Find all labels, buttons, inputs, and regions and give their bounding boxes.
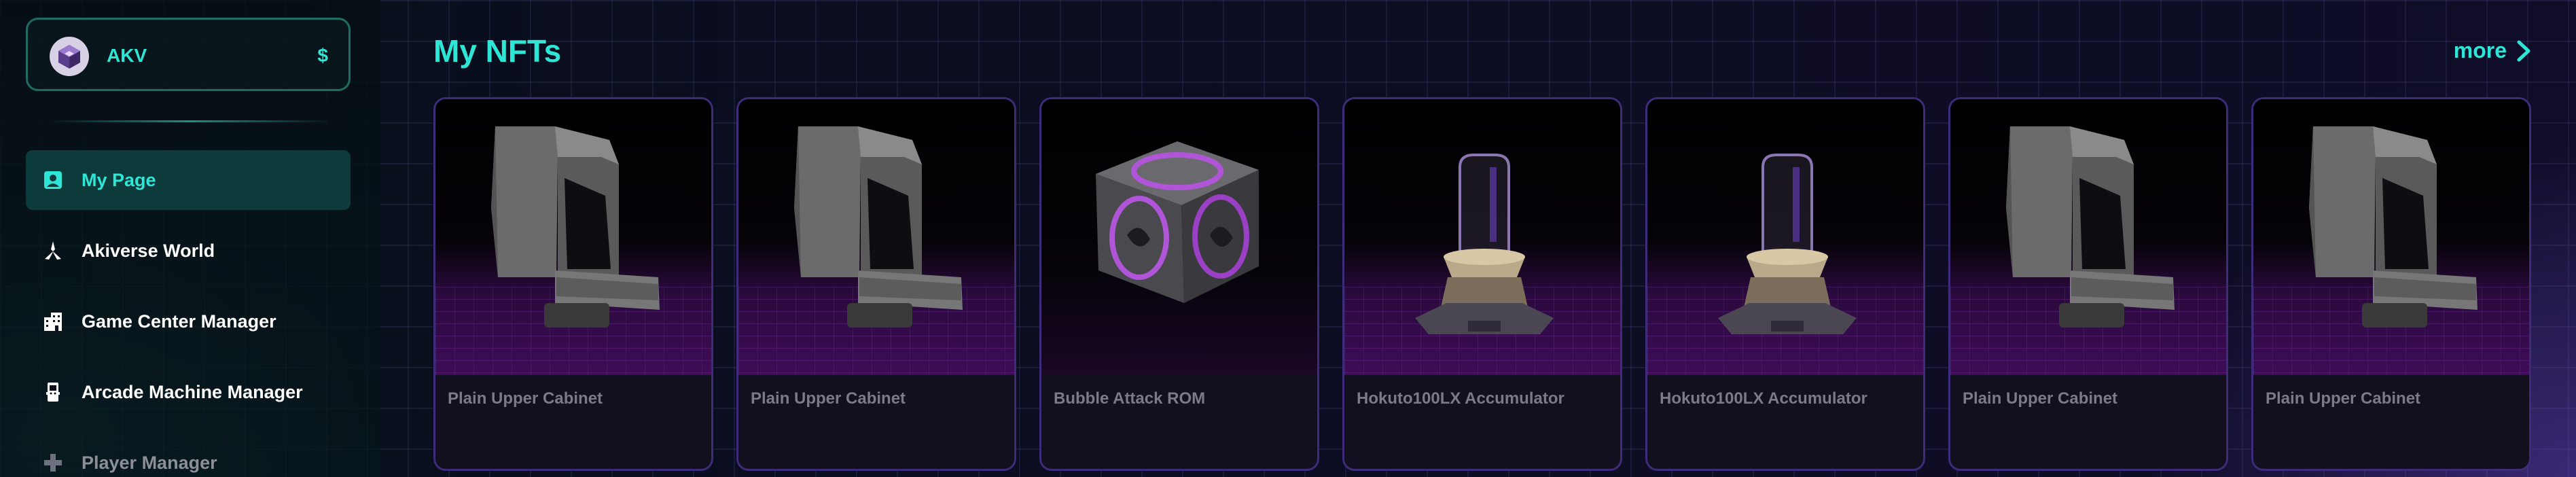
- sidebar-item-arcade-machine-manager[interactable]: Arcade Machine Manager: [26, 362, 351, 422]
- sidebar-item-player-manager[interactable]: Player Manager: [26, 433, 351, 477]
- sidebar-item-label: Player Manager: [82, 452, 217, 473]
- account-name: AKV: [107, 45, 147, 66]
- nft-image-accumulator: [1344, 99, 1620, 375]
- account-card[interactable]: AKV $: [26, 18, 351, 91]
- chevron-right-icon: [2517, 40, 2530, 61]
- arcade-cabinet-image: [794, 126, 963, 328]
- currency-symbol: $: [317, 45, 328, 66]
- sidebar-item-label: Game Center Manager: [82, 311, 276, 332]
- nft-name: Plain Upper Cabinet: [2266, 389, 2421, 408]
- tri-blade-icon: [42, 240, 64, 262]
- nft-name: Plain Upper Cabinet: [448, 389, 603, 408]
- avatar: [50, 37, 89, 76]
- nft-image-cabinet: [738, 99, 1014, 375]
- sidebar-divider: [48, 120, 333, 122]
- arcade-machine-icon: [42, 381, 64, 403]
- sidebar-item-game-center-manager[interactable]: Game Center Manager: [26, 292, 351, 351]
- arcade-cabinet-image: [491, 126, 660, 328]
- sidebar-item-label: My Page: [82, 169, 156, 190]
- logo-cube-icon: [58, 45, 80, 69]
- nft-card[interactable]: Plain Upper Cabinet: [1948, 97, 2228, 471]
- nft-card[interactable]: Plain Upper Cabinet: [433, 97, 713, 471]
- app-root: AKV $ My Page Akiverse World Game Center…: [0, 0, 2576, 477]
- more-link[interactable]: more: [2454, 38, 2533, 63]
- rom-cube-image: [1096, 141, 1259, 303]
- building-icon: [42, 311, 64, 332]
- nft-image-accumulator: [1647, 99, 1923, 375]
- accumulator-image: [1718, 154, 1857, 334]
- nft-name: Hokuto100LX Accumulator: [1357, 389, 1564, 408]
- arcade-cabinet-image: [2309, 126, 2477, 328]
- nft-name: Plain Upper Cabinet: [1963, 389, 2118, 408]
- sidebar-item-my-page[interactable]: My Page: [26, 150, 351, 210]
- sidebar-item-label: Akiverse World: [82, 240, 215, 261]
- nft-card[interactable]: Bubble Attack ROM: [1039, 97, 1319, 471]
- nft-image-cabinet: [435, 99, 711, 375]
- nft-name: Hokuto100LX Accumulator: [1660, 389, 1867, 408]
- arcade-cabinet-image: [2006, 126, 2175, 328]
- nft-name: Bubble Attack ROM: [1054, 389, 1206, 408]
- nft-card[interactable]: Plain Upper Cabinet: [736, 97, 1016, 471]
- nft-card[interactable]: Plain Upper Cabinet: [2251, 97, 2531, 471]
- gamepad-cross-icon: [42, 452, 64, 474]
- nft-image-rom-cube: [1041, 99, 1317, 375]
- nft-name: Plain Upper Cabinet: [751, 389, 906, 408]
- sidebar-item-akiverse-world[interactable]: Akiverse World: [26, 221, 351, 281]
- nft-card[interactable]: Hokuto100LX Accumulator: [1342, 97, 1622, 471]
- page-title: My NFTs: [433, 33, 562, 69]
- sidebar: AKV $ My Page Akiverse World Game Center…: [0, 0, 380, 477]
- nft-image-cabinet: [1950, 99, 2226, 375]
- nft-card[interactable]: Hokuto100LX Accumulator: [1645, 97, 1925, 471]
- profile-card-icon: [42, 169, 64, 191]
- sidebar-item-label: Arcade Machine Manager: [82, 381, 303, 402]
- nft-image-cabinet: [2253, 99, 2529, 375]
- accumulator-image: [1415, 154, 1554, 334]
- more-link-label: more: [2453, 38, 2507, 63]
